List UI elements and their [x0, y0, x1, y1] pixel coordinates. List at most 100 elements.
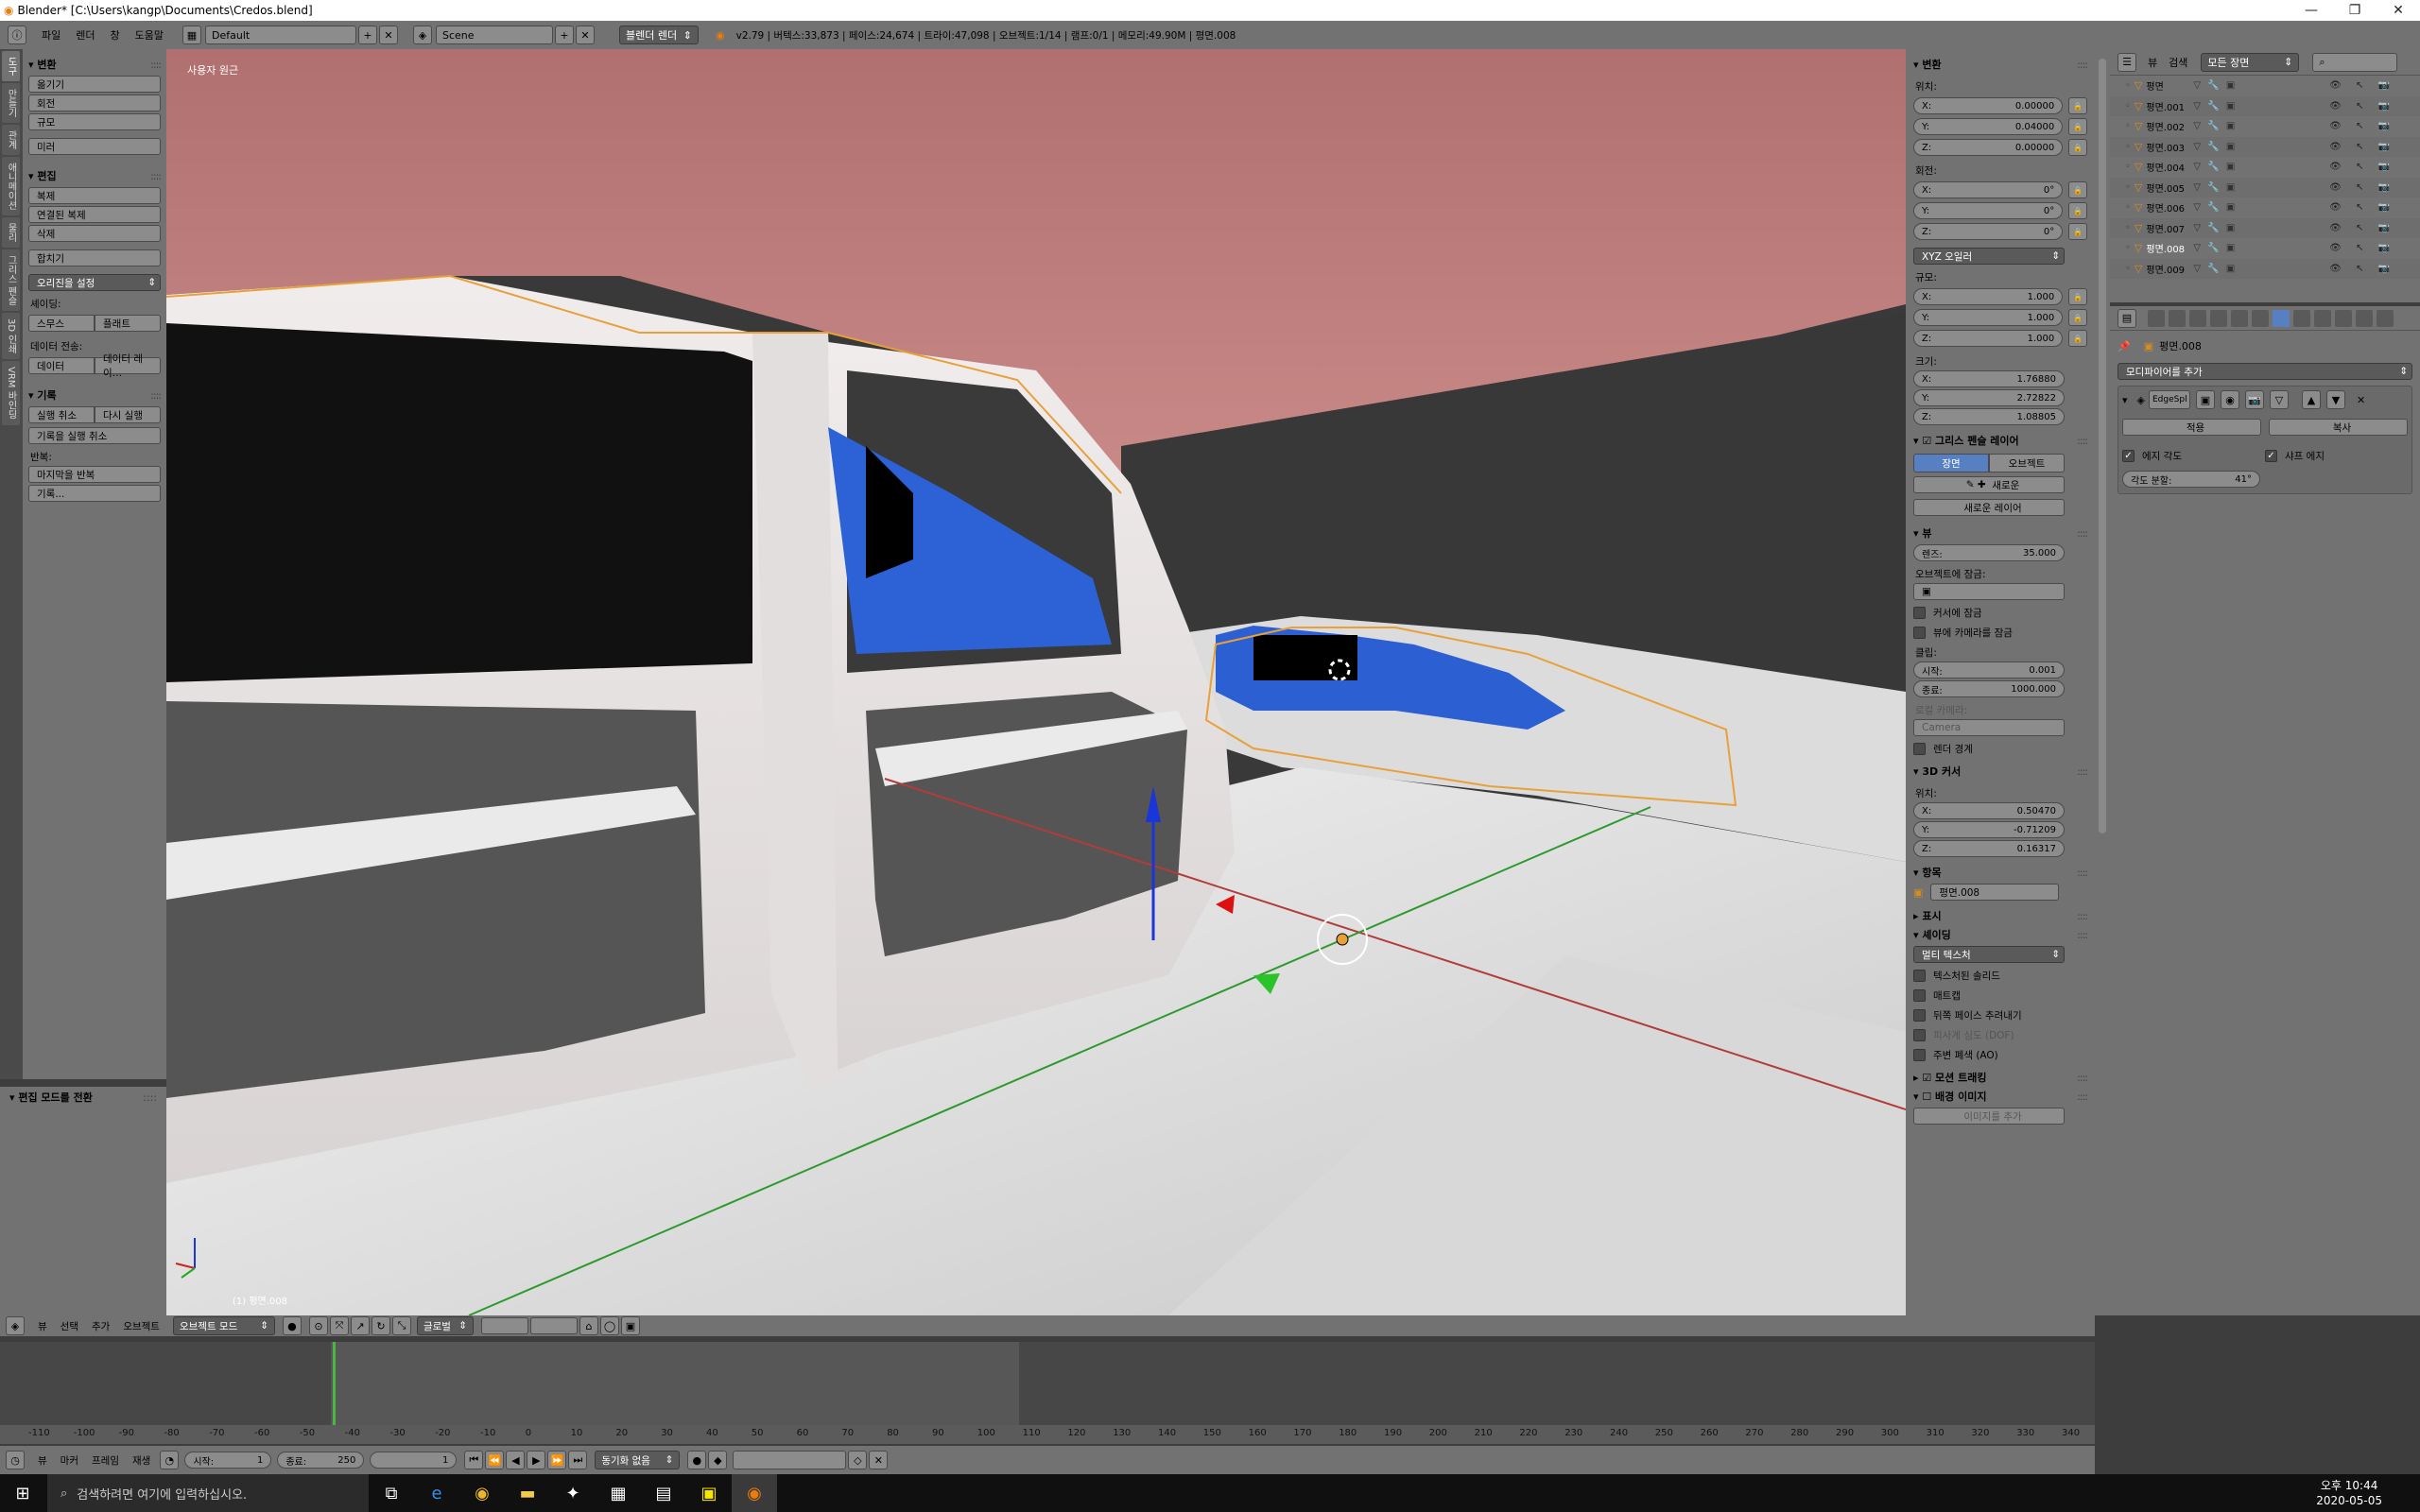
add-image-button[interactable]: 이미지를 추가: [1913, 1108, 2065, 1125]
outliner-view-menu[interactable]: 뷰: [2148, 55, 2157, 70]
select-menu[interactable]: 선택: [60, 1319, 78, 1333]
edge-angle-checkbox[interactable]: ✓: [2122, 450, 2135, 462]
set-origin-dropdown[interactable]: 오리진을 설정 ⇕: [28, 274, 161, 291]
join-button[interactable]: 합치기: [28, 249, 161, 266]
location-y[interactable]: Y: 0.04000: [1913, 118, 2064, 135]
scene-icon[interactable]: ◈: [413, 26, 432, 44]
shade-smooth-button[interactable]: 스무스: [28, 315, 95, 332]
location-x[interactable]: X: 0.00000: [1913, 97, 2064, 114]
undo-history-button[interactable]: 기록을 실행 취소: [28, 427, 161, 444]
duplicate-button[interactable]: 복제: [28, 187, 161, 204]
lock-camera-checkbox[interactable]: [1913, 627, 1926, 639]
marker-menu[interactable]: 마커: [60, 1453, 78, 1468]
timeline-view-menu[interactable]: 뷰: [38, 1453, 47, 1468]
translate-manip-icon[interactable]: ↗: [350, 1316, 370, 1335]
outliner-row[interactable]: ◦ ▽ 평면.002 ▽ 🔧 ▣ 👁 ↖ 📷: [2110, 116, 2420, 137]
item-name-field[interactable]: 평면.008: [1930, 884, 2060, 901]
snap-icon[interactable]: ⌂: [579, 1316, 598, 1335]
outliner-row[interactable]: ◦ ▽ 평면.004 ▽ 🔧 ▣ 👁 ↖ 📷: [2110, 157, 2420, 178]
cursor-x[interactable]: X: 0.50470: [1913, 802, 2065, 819]
rotation-mode-dropdown[interactable]: XYZ 오일러 ⇕: [1913, 248, 2065, 265]
layers-icon[interactable]: [529, 1317, 578, 1334]
editor-type-3d-icon[interactable]: ◈: [6, 1316, 25, 1335]
show-cage-icon[interactable]: ▽: [2270, 390, 2289, 409]
end-frame-field[interactable]: 종료: 250: [277, 1452, 365, 1469]
layers-tab-icon[interactable]: [2169, 309, 2186, 327]
outliner-editor-icon[interactable]: ☰: [2118, 52, 2136, 72]
matcap-checkbox[interactable]: [1913, 989, 1926, 1002]
textured-solid-checkbox[interactable]: [1913, 970, 1926, 982]
data-layout-button[interactable]: 데이터 레이…: [95, 353, 161, 379]
insert-keyframe-icon[interactable]: ◇: [848, 1451, 868, 1469]
lock-icon[interactable]: 🔒: [2068, 97, 2087, 114]
jump-end-icon[interactable]: ⏭: [568, 1451, 588, 1469]
outliner-row-selected[interactable]: ◦ ▽ 평면.008 ▽ 🔧 ▣ 👁 ↖ 📷: [2110, 238, 2420, 259]
data-transfer-button[interactable]: 데이터: [28, 357, 95, 374]
lock-icon[interactable]: 🔒: [2068, 223, 2087, 240]
render-preview-icon[interactable]: ▣: [620, 1316, 640, 1335]
remove-screen-button[interactable]: ✕: [379, 26, 398, 44]
outliner-display-dropdown[interactable]: 모든 장면 ⇕: [2201, 52, 2300, 72]
properties-editor-icon[interactable]: ▤: [2118, 308, 2136, 328]
tab-physics[interactable]: 물리: [2, 217, 20, 248]
move-down-icon[interactable]: ▼: [2326, 390, 2345, 409]
split-angle-field[interactable]: 각도 분할: 41°: [2122, 471, 2260, 488]
lock-icon[interactable]: 🔒: [2068, 139, 2087, 156]
lock-icon[interactable]: 🔒: [2068, 288, 2087, 305]
rotate-manip-icon[interactable]: ↻: [371, 1316, 390, 1335]
scene-field[interactable]: Scene: [436, 26, 553, 44]
dimension-y[interactable]: Y: 2.72822: [1913, 389, 2065, 406]
gp-new-button[interactable]: ✎ ✚ 새로운: [1913, 476, 2065, 493]
current-frame-field[interactable]: 1: [370, 1452, 458, 1469]
lock-icon[interactable]: 🔒: [2068, 118, 2087, 135]
viewport-shading-icon[interactable]: ●: [282, 1316, 302, 1335]
repeat-history-button[interactable]: 기록...: [28, 485, 161, 502]
add-modifier-dropdown[interactable]: 모디파이어를 추가 ⇕: [2118, 363, 2412, 380]
lock-cursor-checkbox[interactable]: [1913, 607, 1926, 619]
move-up-icon[interactable]: ▲: [2302, 390, 2321, 409]
outliner-search-menu[interactable]: 검색: [2169, 55, 2187, 70]
lock-object-field[interactable]: ▣: [1913, 583, 2065, 600]
display-header[interactable]: ▸ 표시::::: [1913, 906, 2088, 925]
properties-scrollbar[interactable]: [2095, 49, 2110, 1315]
minimize-button[interactable]: —: [2290, 0, 2333, 21]
tab-grease-pencil[interactable]: 그리스 펜슬: [2, 249, 20, 312]
show-viewport-icon[interactable]: ◉: [2221, 390, 2239, 409]
tab-tools[interactable]: 도구: [2, 51, 20, 81]
keying-set-icon[interactable]: ◆: [708, 1451, 728, 1469]
3d-cursor-header[interactable]: ▾ 3D 커서::::: [1913, 762, 2088, 781]
lock-icon[interactable]: 🔒: [2068, 202, 2087, 219]
menu-window[interactable]: 창: [111, 27, 120, 43]
editor-type-info-icon[interactable]: ⓘ: [8, 26, 26, 44]
outliner-row[interactable]: ◦ ▽ 평면.001 ▽ 🔧 ▣ 👁 ↖ 📷: [2110, 95, 2420, 116]
screen-layout-field[interactable]: Default: [205, 26, 356, 44]
world-tab-icon[interactable]: [2210, 309, 2227, 327]
playback-menu[interactable]: 재생: [132, 1453, 150, 1468]
menu-file[interactable]: 파일: [42, 27, 60, 43]
copy-button[interactable]: 복사: [2269, 419, 2408, 436]
app-icon[interactable]: ▦: [596, 1474, 641, 1512]
frame-menu[interactable]: 프레임: [92, 1453, 119, 1468]
object-menu[interactable]: 오브젝트: [123, 1319, 160, 1333]
screen-layout-icon[interactable]: ▦: [182, 26, 201, 44]
tab-create[interactable]: 만들기: [2, 83, 20, 123]
add-scene-button[interactable]: +: [555, 26, 574, 44]
play-icon[interactable]: ▶: [527, 1451, 546, 1469]
tab-vrm[interactable]: VRM 바인딩: [2, 361, 20, 426]
tab-relations[interactable]: 관계: [2, 125, 20, 155]
layers-icon[interactable]: [480, 1317, 528, 1334]
local-camera-field[interactable]: Camera: [1913, 719, 2065, 736]
taskbar-search[interactable]: ⌕ 검색하려면 여기에 입력하십시오.: [47, 1474, 369, 1512]
windows-start-icon[interactable]: ⊞: [0, 1474, 45, 1512]
item-header[interactable]: ▾ 항목::::: [1913, 863, 2088, 882]
add-screen-button[interactable]: +: [358, 26, 377, 44]
constraints-tab-icon[interactable]: [2252, 309, 2269, 327]
gp-object-tab[interactable]: 오브젝트: [1989, 454, 2065, 472]
cursor-z[interactable]: Z: 0.16317: [1913, 840, 2065, 857]
gp-new-layer-button[interactable]: 새로운 레이어: [1913, 499, 2065, 516]
pin-icon[interactable]: 📌: [2118, 340, 2131, 352]
dof-checkbox[interactable]: [1913, 1029, 1926, 1041]
particles-tab-icon[interactable]: [2356, 309, 2373, 327]
3d-viewport[interactable]: 사용자 원근 (1) 평면.008: [166, 49, 1906, 1315]
apply-button[interactable]: 적용: [2122, 419, 2261, 436]
